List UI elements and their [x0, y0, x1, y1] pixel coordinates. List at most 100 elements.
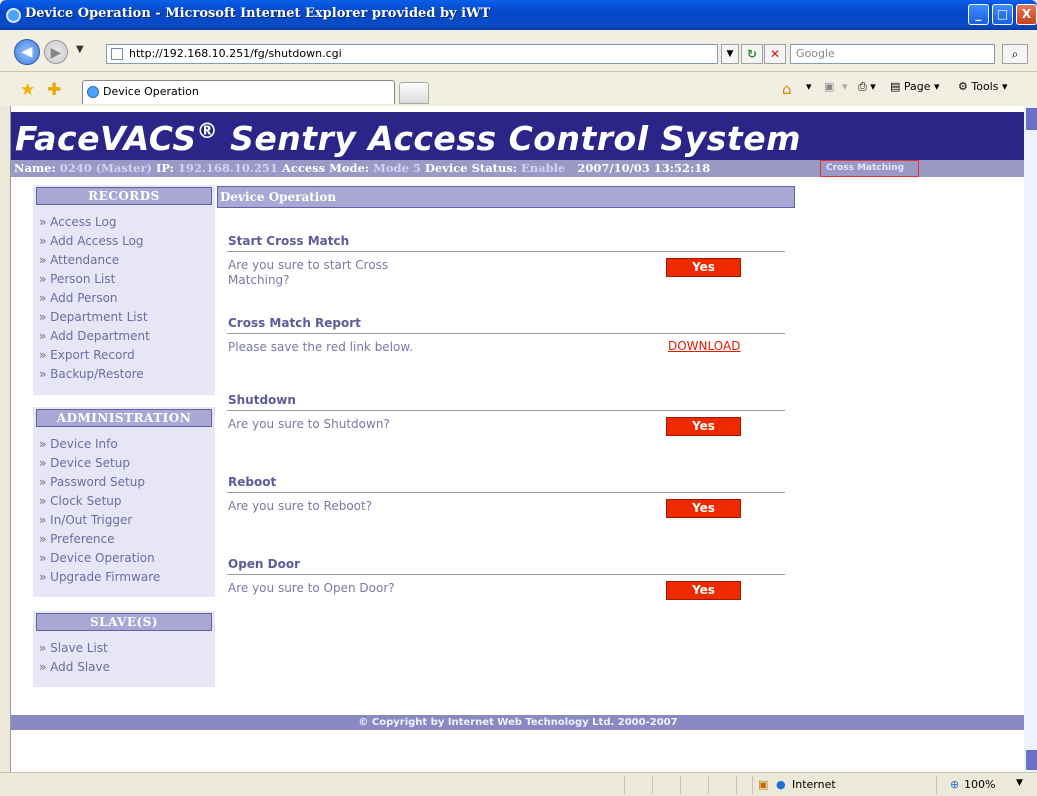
device-status-value: Enable	[521, 161, 566, 175]
add-favorites-icon[interactable]: ✚	[47, 80, 61, 100]
tab-label: Device Operation	[103, 85, 199, 98]
home-icon[interactable]: ⌂	[782, 80, 792, 98]
device-status-label: Device Status:	[424, 161, 518, 175]
vertical-scrollbar[interactable]	[1024, 106, 1037, 772]
records-link-0[interactable]: » Access Log	[39, 213, 150, 232]
records-link-4[interactable]: » Add Person	[39, 289, 150, 308]
administration-link-4[interactable]: » In/Out Trigger	[39, 511, 160, 530]
start-cross-match-yes-button[interactable]: Yes	[666, 258, 741, 277]
records-link-7[interactable]: » Export Record	[39, 346, 150, 365]
minimize-button[interactable]: _	[968, 4, 989, 25]
scroll-down-button[interactable]	[1026, 750, 1037, 770]
internet-globe-icon: ●	[776, 778, 786, 791]
new-tab-button[interactable]	[399, 82, 429, 104]
brand-name: FaceVACS	[15, 119, 197, 158]
section-title: Open Door	[227, 557, 785, 575]
administration-link-2[interactable]: » Password Setup	[39, 473, 160, 492]
address-url: http://192.168.10.251/fg/shutdown.cgi	[129, 47, 342, 60]
tab-ie-icon	[87, 86, 99, 98]
status-divider	[652, 776, 653, 794]
records-link-3[interactable]: » Person List	[39, 270, 150, 289]
tools-menu[interactable]: ⚙ Tools ▾	[958, 80, 1008, 93]
footer-copyright: © Copyright by Internet Web Technology L…	[11, 715, 1024, 730]
ip-value: 192.168.10.251	[177, 161, 278, 175]
site-banner: FaceVACS® Sentry Access Control System	[11, 112, 1024, 160]
administration-links: » Device Info» Device Setup» Password Se…	[39, 435, 160, 587]
status-divider	[680, 776, 681, 794]
section-title: Start Cross Match	[227, 234, 785, 252]
records-heading: RECORDS	[36, 187, 212, 205]
administration-link-6[interactable]: » Device Operation	[39, 549, 160, 568]
zoom-level[interactable]: 100%	[964, 778, 995, 791]
address-input[interactable]: http://192.168.10.251/fg/shutdown.cgi	[106, 44, 718, 64]
main-heading: Device Operation	[217, 186, 795, 208]
refresh-button[interactable]: ↻	[741, 44, 763, 64]
slaves-link-0[interactable]: » Slave List	[39, 639, 110, 658]
slaves-link-1[interactable]: » Add Slave	[39, 658, 110, 677]
download-report-link[interactable]: DOWNLOAD	[668, 339, 740, 353]
zoom-dropdown-icon[interactable]: ▼	[1016, 778, 1023, 788]
records-link-5[interactable]: » Department List	[39, 308, 150, 327]
title-bar: Device Operation - Microsoft Internet Ex…	[0, 0, 1037, 30]
shutdown-yes-button[interactable]: Yes	[666, 417, 741, 436]
status-divider	[936, 776, 937, 794]
records-panel: RECORDS » Access Log» Add Access Log» At…	[33, 185, 215, 395]
status-bar: ▣ ● Internet ⊕ 100% ▼	[0, 772, 1037, 796]
favorites-star-icon[interactable]: ★	[20, 80, 35, 100]
protected-mode-icon: ▣	[758, 778, 769, 791]
open-door-yes-button[interactable]: Yes	[666, 581, 741, 600]
maximize-button[interactable]: □	[992, 4, 1013, 25]
status-divider	[624, 776, 625, 794]
name-label: Name:	[14, 161, 56, 175]
ip-label: IP:	[155, 161, 174, 175]
section-cross-match-report: Cross Match Report Please save the red l…	[227, 316, 785, 354]
tab-device-operation[interactable]: Device Operation	[82, 80, 395, 104]
records-link-8[interactable]: » Backup/Restore	[39, 365, 150, 384]
records-links: » Access Log» Add Access Log» Attendance…	[39, 213, 150, 384]
records-link-2[interactable]: » Attendance	[39, 251, 150, 270]
brand-subtitle: Sentry Access Control System	[218, 119, 801, 158]
reboot-yes-button[interactable]: Yes	[666, 499, 741, 518]
slaves-links: » Slave List» Add Slave	[39, 639, 110, 677]
section-shutdown: Shutdown Are you sure to Shutdown? Yes	[227, 393, 785, 436]
administration-link-3[interactable]: » Clock Setup	[39, 492, 160, 511]
section-description: Are you sure to Shutdown?	[228, 417, 390, 431]
section-title: Shutdown	[227, 393, 785, 411]
site-title: FaceVACS® Sentry Access Control System	[15, 119, 801, 158]
section-open-door: Open Door Are you sure to Open Door? Yes	[227, 557, 785, 600]
administration-panel: ADMINISTRATION » Device Info» Device Set…	[33, 407, 215, 597]
search-input[interactable]: Google	[790, 44, 995, 64]
section-description: Are you sure to Reboot?	[228, 499, 373, 513]
section-description: Are you sure to Open Door?	[228, 581, 395, 595]
home-dropdown-icon[interactable]: ▾	[806, 80, 812, 93]
records-link-1[interactable]: » Add Access Log	[39, 232, 150, 251]
administration-link-1[interactable]: » Device Setup	[39, 454, 160, 473]
print-icon[interactable]: ⎙ ▾	[858, 80, 876, 94]
scroll-up-button[interactable]	[1026, 108, 1037, 130]
administration-heading: ADMINISTRATION	[36, 409, 212, 427]
page-viewport: FaceVACS® Sentry Access Control System N…	[10, 106, 1024, 772]
close-button[interactable]: X	[1016, 4, 1037, 25]
administration-link-0[interactable]: » Device Info	[39, 435, 160, 454]
records-link-6[interactable]: » Add Department	[39, 327, 150, 346]
administration-link-7[interactable]: » Upgrade Firmware	[39, 568, 160, 587]
ie-logo-icon	[6, 8, 21, 23]
tools-menu-label: Tools	[971, 80, 999, 93]
window-title: Device Operation - Microsoft Internet Ex…	[25, 6, 491, 21]
page-menu[interactable]: ▤ Page ▾	[890, 80, 940, 93]
history-dropdown-icon[interactable]: ▼	[76, 44, 84, 55]
search-button[interactable]: ⌕	[1002, 44, 1028, 64]
slaves-panel: SLAVE(S) » Slave List» Add Slave	[33, 611, 215, 687]
address-dropdown-button[interactable]: ▼	[721, 44, 739, 64]
feeds-dropdown-icon[interactable]: ▾	[842, 80, 848, 93]
section-reboot: Reboot Are you sure to Reboot? Yes	[227, 475, 785, 518]
page-icon	[111, 48, 123, 60]
forward-button[interactable]: ▶	[44, 40, 68, 64]
administration-link-5[interactable]: » Preference	[39, 530, 160, 549]
section-description: Are you sure to start Cross Matching?	[228, 258, 389, 287]
zoom-icon: ⊕	[950, 778, 960, 791]
back-button[interactable]: ◀	[14, 39, 40, 65]
feeds-icon[interactable]: ▣	[824, 80, 834, 93]
device-datetime: 2007/10/03 13:52:18	[577, 161, 711, 175]
stop-button[interactable]: ✕	[764, 44, 786, 64]
